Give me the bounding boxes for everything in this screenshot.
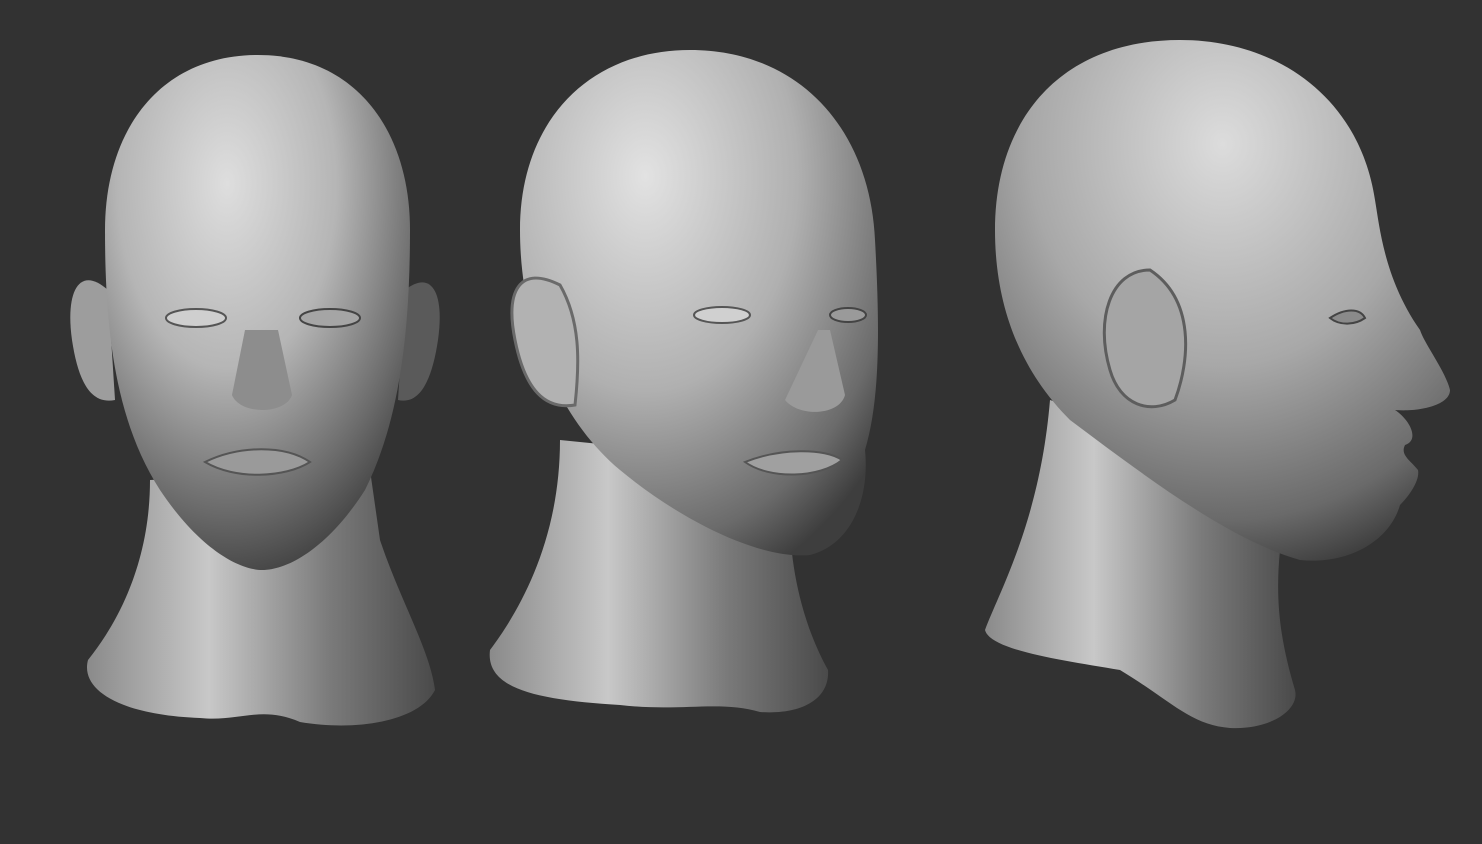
sculpt-render-canvas — [70, 40, 1450, 729]
eye-left — [693, 306, 751, 324]
eye-right — [829, 307, 867, 323]
eye-left — [165, 308, 227, 328]
head-profile-view — [985, 40, 1450, 729]
eye-right — [299, 308, 361, 328]
head-three-quarter-view — [489, 50, 878, 713]
head-front-view — [70, 55, 440, 726]
